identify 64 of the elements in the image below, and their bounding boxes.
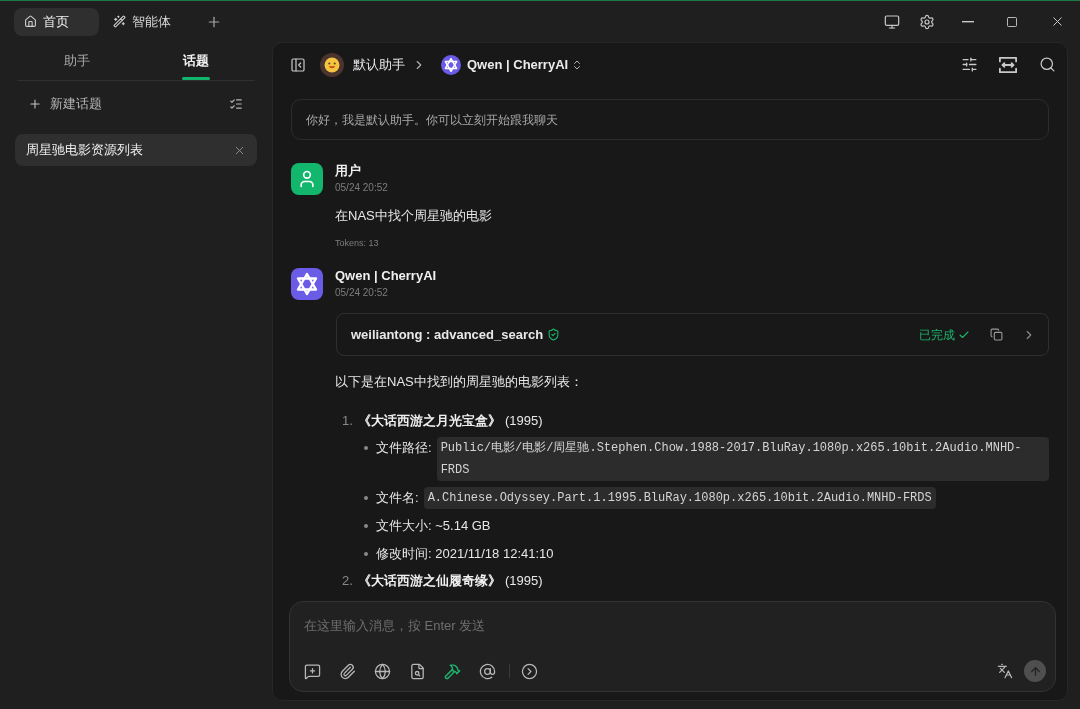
detail-label: 文件名:: [376, 489, 419, 507]
arrow-up-icon: [1028, 664, 1042, 678]
bullet-icon: [364, 496, 368, 500]
welcome-box: 你好，我是默认助手。你可以立刻开始跟我聊天: [291, 99, 1049, 140]
tool-status: 已完成: [919, 326, 955, 344]
model-selector[interactable]: Qwen | CherryAI: [467, 54, 584, 75]
author-name: 用户: [335, 163, 361, 179]
movie-year: (1995): [505, 572, 543, 590]
at-sign-icon: [478, 662, 496, 680]
detail-label: 文件路径:: [376, 439, 432, 457]
list-number: 1.: [342, 412, 354, 430]
sidebar-tab[interactable]: 话题: [136, 42, 255, 80]
file-path-code: A.Chinese.Odyssey.Part.1.1995.BluRay.1080p.x265.10bit.2Audio.MNHD-FRDS: [423, 487, 936, 509]
author-name: Qwen | CherryAI: [335, 268, 437, 284]
topic-item[interactable]: 周星驰电影资源列表: [15, 134, 257, 166]
assistant-name[interactable]: 默认助手: [353, 54, 405, 75]
settings-icon: [919, 13, 935, 30]
minimize-icon: [962, 20, 974, 23]
tool-call-card[interactable]: weiliantong : advanced_search 已完成: [336, 313, 1049, 356]
sliders-icon: [960, 56, 978, 73]
hexagram-avatar-icon: [291, 268, 323, 300]
detail-text: 文件大小: ~5.14 GB: [376, 517, 491, 535]
smiley-avatar-icon[interactable]: [320, 52, 344, 77]
message-time: 05/24 20:52: [335, 182, 388, 194]
search-icon: [1038, 56, 1056, 73]
movie-title: 《大话西游之仙履奇缘》: [358, 572, 501, 590]
movie-year: (1995): [505, 412, 543, 430]
panel-left-icon: [290, 56, 306, 73]
maximize-icon: [1006, 15, 1018, 28]
bullet-icon: [364, 524, 368, 528]
message-text: 以下是在NAS中找到的周星驰的电影列表：: [335, 373, 583, 391]
copy-icon: [989, 328, 1003, 341]
message-input-field[interactable]: 在这里输入消息，按 Enter 发送: [304, 610, 1041, 640]
paperclip-icon: [338, 662, 356, 680]
frame-arrows-icon: [999, 55, 1017, 74]
monitor-icon: [884, 13, 900, 30]
topic-title: 周星驰电影资源列表: [26, 141, 144, 160]
window-tab[interactable]: 首页: [14, 7, 99, 36]
bullet-icon: [364, 446, 368, 450]
globe-icon: [373, 662, 391, 680]
magic-wand-icon: [113, 15, 126, 28]
message-time: 05/24 20:52: [335, 287, 388, 299]
message-composer[interactable]: 在这里输入消息，按 Enter 发送: [289, 601, 1056, 692]
tool-call-name: weiliantong : advanced_search: [351, 325, 544, 344]
hexagram-logo-icon: [441, 54, 461, 75]
message-plus-icon: [303, 662, 321, 680]
shield-check-icon: [547, 328, 561, 341]
file-search-icon: [408, 662, 426, 680]
movie-title: 《大话西游之月光宝盒》: [358, 412, 501, 430]
token-count: Tokens: 13: [335, 237, 379, 249]
circle-chevron-right-icon: [520, 662, 538, 680]
house-icon: [24, 15, 37, 28]
file-path-code: Public/电影/电影/周星驰.Stephen.Chow.1988-2017.BluRay.1080p.x265.10bit.2Audio.MNHD-FRDS: [436, 437, 1049, 481]
user-avatar-icon: [291, 163, 323, 195]
sidebar-tab[interactable]: 助手: [17, 42, 136, 80]
bullet-icon: [364, 552, 368, 556]
message-text: 在NAS中找个周星驰的电影: [335, 207, 492, 225]
list-checks-icon: [229, 96, 243, 111]
new-topic-button[interactable]: 新建话题: [28, 93, 102, 114]
plus-icon: [28, 96, 42, 111]
translate-icon: [997, 663, 1013, 679]
list-number: 2.: [342, 572, 354, 590]
window-tab[interactable]: 智能体: [109, 7, 177, 36]
detail-text: 修改时间: 2021/11/18 12:41:10: [376, 545, 554, 563]
